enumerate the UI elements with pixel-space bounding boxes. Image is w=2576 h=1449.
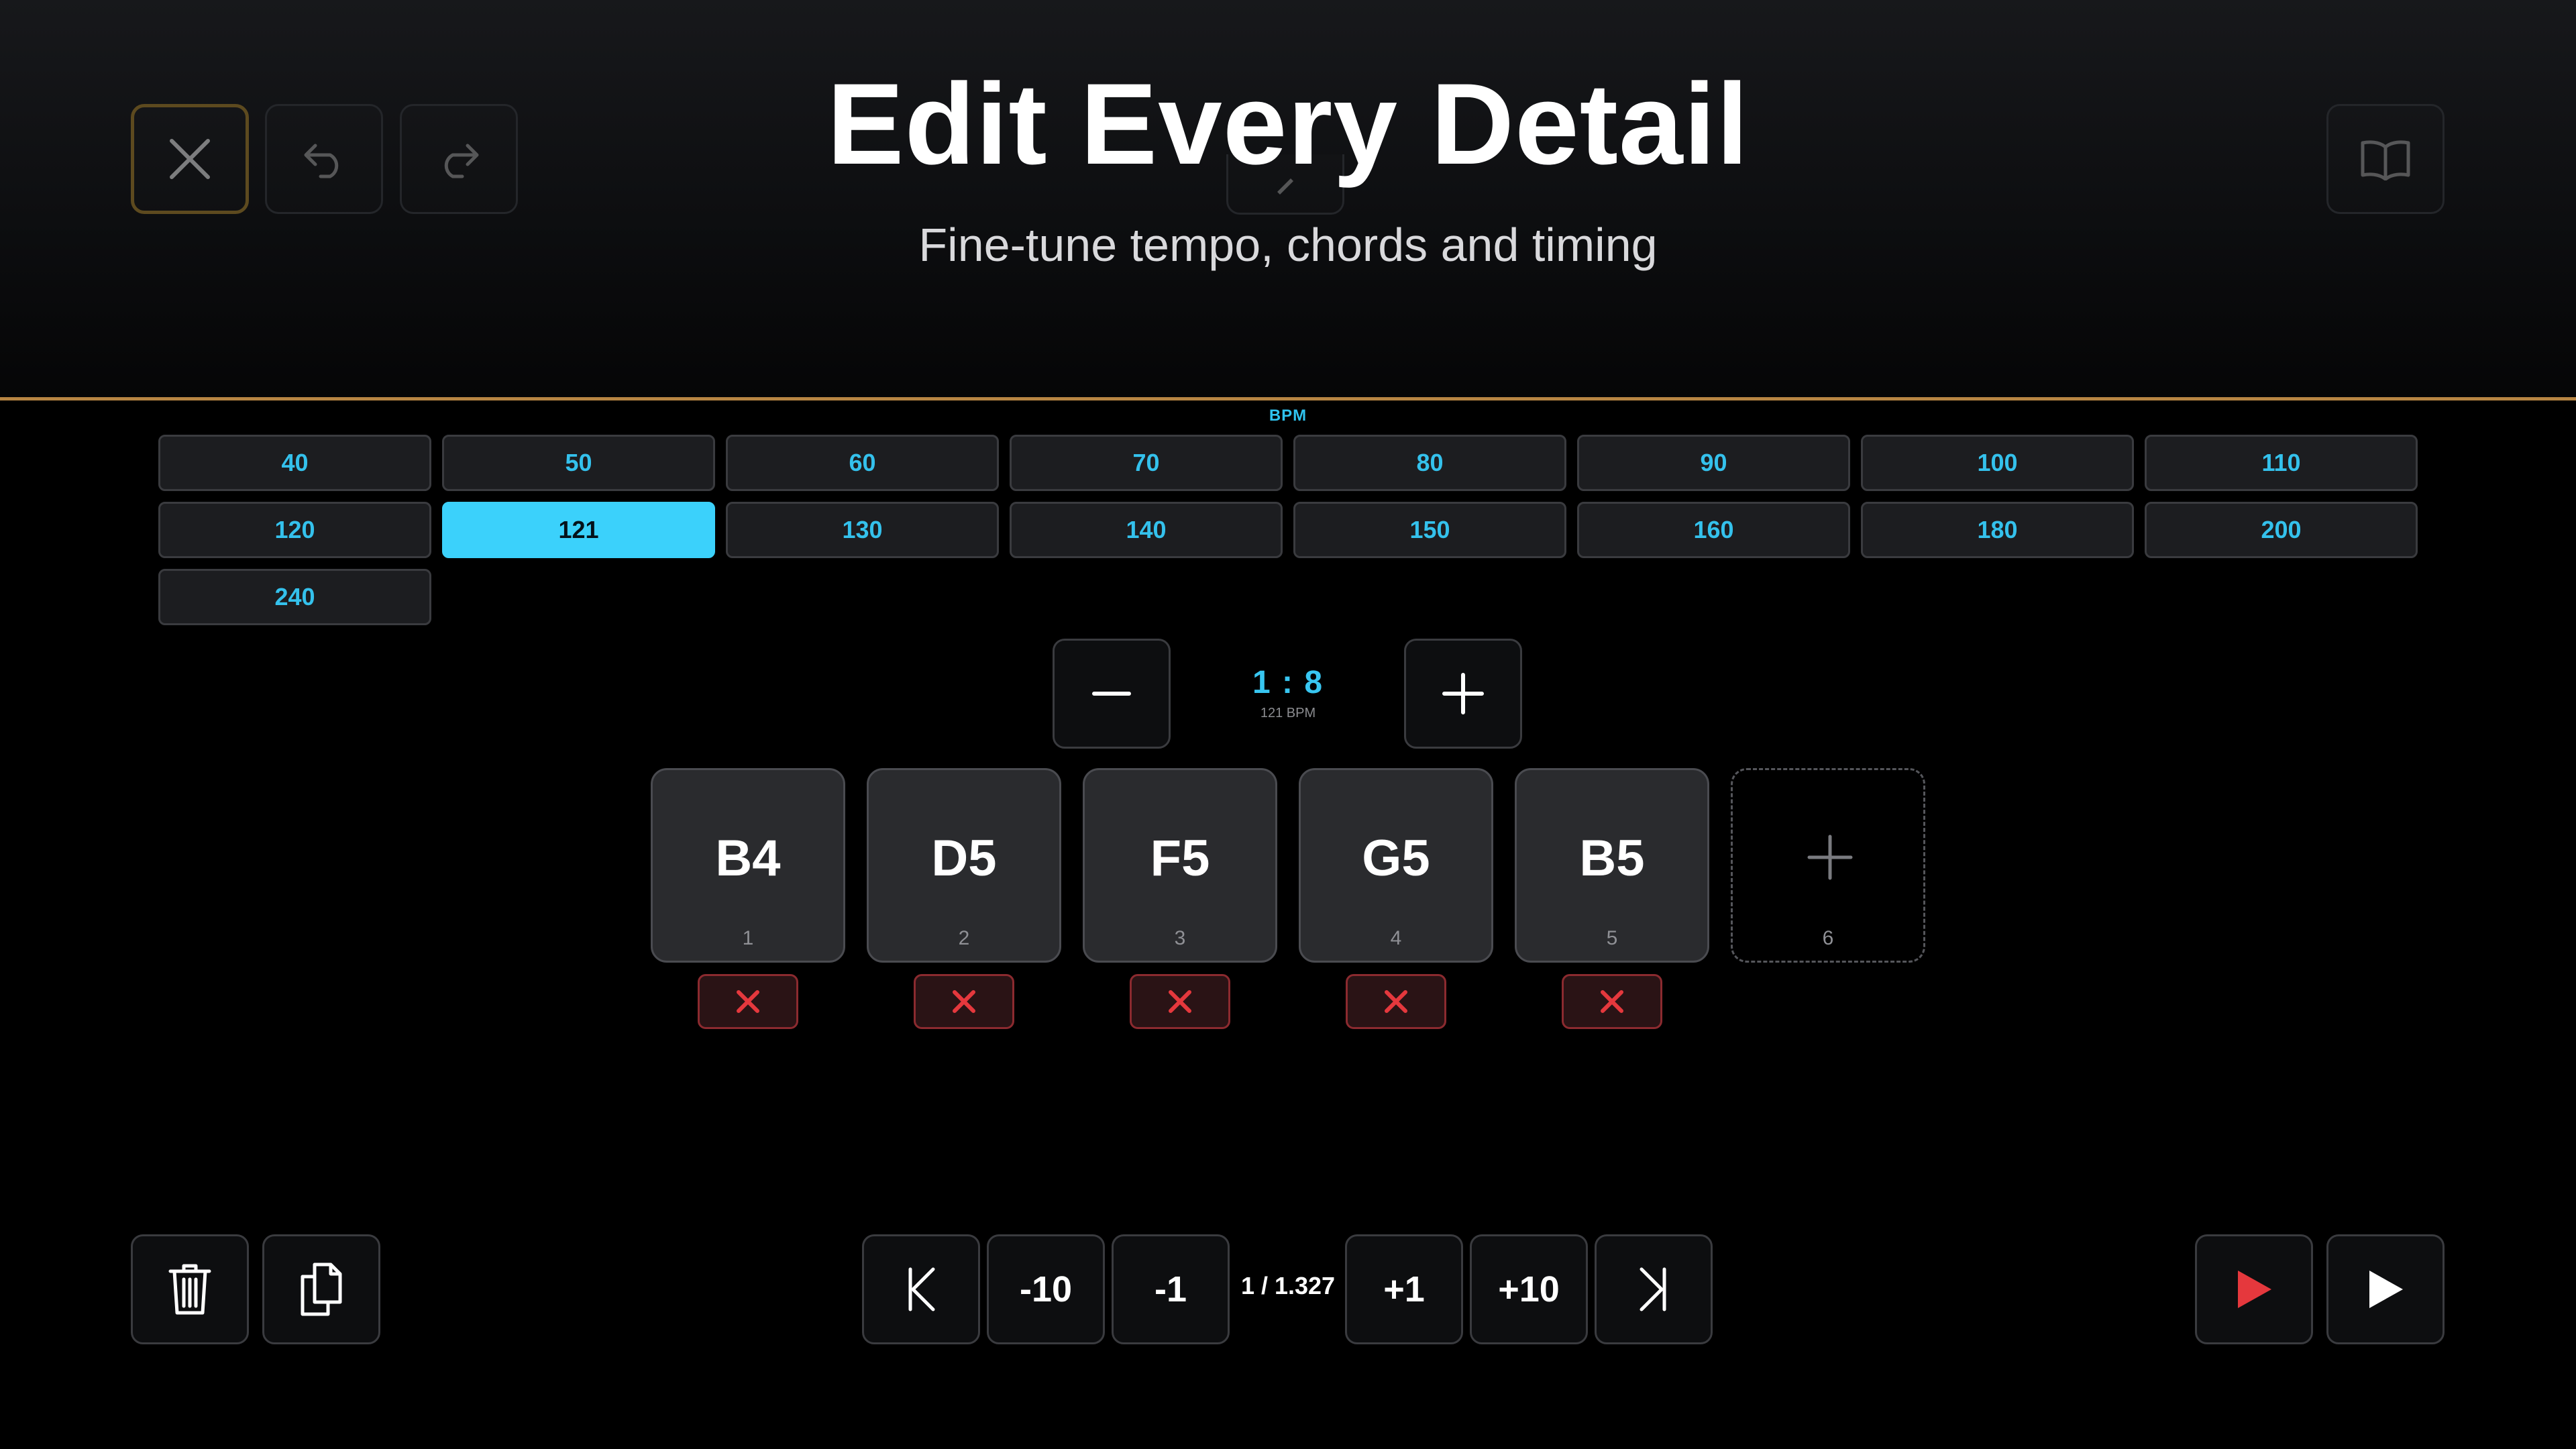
bpm-preset-grid: 40 50 60 70 80 90 100 110 120 121 130 14… — [158, 435, 2418, 625]
trash-icon — [168, 1264, 211, 1315]
delete-button[interactable] — [131, 1234, 249, 1344]
bpm-option[interactable]: 150 — [1293, 502, 1566, 558]
note-card[interactable]: D5 2 — [867, 768, 1061, 963]
plus-icon — [1807, 835, 1853, 880]
page-title: Edit Every Detail — [826, 60, 1750, 189]
delete-note-button[interactable] — [1346, 974, 1446, 1029]
delete-note-button[interactable] — [1562, 974, 1662, 1029]
bpm-option[interactable]: 180 — [1861, 502, 2134, 558]
plus-icon — [1442, 673, 1484, 714]
note-name: D5 — [931, 830, 997, 887]
forward-10-button[interactable]: +10 — [1470, 1234, 1588, 1344]
bpm-option[interactable]: 50 — [442, 435, 715, 491]
delete-note-button[interactable] — [1130, 974, 1230, 1029]
bpm-option[interactable]: 110 — [2145, 435, 2418, 491]
bpm-option[interactable]: 70 — [1010, 435, 1283, 491]
play-button[interactable] — [2326, 1234, 2445, 1344]
note-index: 3 — [1174, 927, 1186, 949]
step-bpm-caption: 121 BPM — [1260, 706, 1316, 720]
add-note-button[interactable]: 6 — [1731, 768, 1925, 963]
bpm-option-selected[interactable]: 121 — [442, 502, 715, 558]
page-subtitle: Fine-tune tempo, chords and timing — [918, 219, 1658, 271]
close-icon — [1385, 990, 1407, 1013]
note-name: F5 — [1150, 830, 1210, 887]
note-card[interactable]: B5 5 — [1515, 768, 1709, 963]
increase-step-button[interactable] — [1404, 639, 1522, 749]
bpm-label: BPM — [1269, 407, 1307, 425]
delete-note-button[interactable] — [914, 974, 1014, 1029]
minus-icon — [1092, 692, 1131, 696]
forward-1-button[interactable]: +1 — [1345, 1234, 1463, 1344]
close-icon — [953, 990, 975, 1013]
note-name: B5 — [1579, 830, 1645, 887]
bpm-option[interactable]: 100 — [1861, 435, 2134, 491]
back-1-button[interactable]: -1 — [1112, 1234, 1230, 1344]
close-icon — [1169, 990, 1191, 1013]
jump-to-end-button[interactable] — [1595, 1234, 1713, 1344]
play-from-selection-button[interactable] — [2195, 1234, 2313, 1344]
step-ratio: 1 : 8 — [1252, 665, 1324, 700]
note-name: B4 — [715, 830, 781, 887]
copy-icon — [301, 1263, 342, 1316]
note-index: 1 — [742, 927, 754, 949]
bpm-option[interactable]: 130 — [726, 502, 999, 558]
position-indicator: 1 / 1.327 — [1240, 1272, 1336, 1299]
section-divider — [0, 397, 2576, 400]
note-card[interactable]: F5 3 — [1083, 768, 1277, 963]
play-icon — [2369, 1271, 2403, 1308]
note-card[interactable]: G5 4 — [1299, 768, 1493, 963]
bpm-option[interactable]: 60 — [726, 435, 999, 491]
skip-to-start-icon — [908, 1267, 935, 1311]
close-icon — [737, 990, 759, 1013]
back-10-button[interactable]: -10 — [987, 1234, 1105, 1344]
bpm-option[interactable]: 140 — [1010, 502, 1283, 558]
bpm-option[interactable]: 160 — [1577, 502, 1850, 558]
note-index: 2 — [958, 927, 970, 949]
close-icon — [1601, 990, 1623, 1013]
note-card[interactable]: B4 1 — [651, 768, 845, 963]
bpm-option[interactable]: 120 — [158, 502, 431, 558]
bpm-option[interactable]: 40 — [158, 435, 431, 491]
skip-to-end-icon — [1640, 1267, 1666, 1311]
jump-to-start-button[interactable] — [862, 1234, 980, 1344]
bpm-option[interactable]: 90 — [1577, 435, 1850, 491]
bpm-option[interactable]: 80 — [1293, 435, 1566, 491]
note-index: 5 — [1606, 927, 1618, 949]
note-index: 6 — [1822, 927, 1834, 949]
decrease-step-button[interactable] — [1053, 639, 1171, 749]
copy-button[interactable] — [262, 1234, 380, 1344]
bpm-option[interactable]: 240 — [158, 569, 431, 625]
note-name: G5 — [1362, 830, 1430, 887]
bpm-option[interactable]: 200 — [2145, 502, 2418, 558]
play-icon — [2238, 1271, 2271, 1308]
note-index: 4 — [1390, 927, 1402, 949]
delete-note-button[interactable] — [698, 974, 798, 1029]
